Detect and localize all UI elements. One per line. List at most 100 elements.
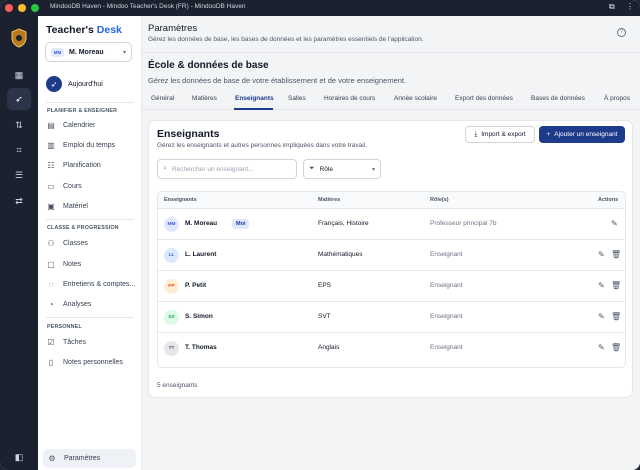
sidebar-item-classes[interactable]: ⚇ Classes — [46, 234, 136, 252]
panel-icon[interactable]: ◧ — [7, 446, 31, 468]
import-export-button[interactable]: ⤓ Import & export — [465, 126, 535, 143]
teacher-subjects: Français, Histoire — [318, 220, 369, 227]
main-content: Paramètres Gérez les données de base, le… — [142, 16, 640, 470]
column-header-name[interactable]: Enseignants — [164, 197, 197, 203]
course-icon: ▭ — [47, 181, 55, 191]
trash-icon[interactable]: 🗑 — [611, 312, 621, 321]
rocket-icon[interactable]: ➶ — [7, 88, 31, 110]
sidebar-item-material[interactable]: ▣ Matériel — [46, 197, 136, 215]
maximize-window-button[interactable] — [31, 4, 39, 12]
divider — [46, 317, 134, 318]
sidebar-item-label: Entretiens & comptes... — [63, 280, 136, 288]
window-title: MindooDB Haven - Mindoo Teacher's Desk (… — [50, 3, 246, 10]
edit-icon[interactable]: ✎ — [598, 281, 605, 290]
avatar: TT — [164, 341, 179, 356]
sidebar-item-schedule[interactable]: ▥ Emploi du temps — [46, 136, 136, 154]
avatar: SS — [164, 310, 179, 325]
teacher-role: Enseignant — [430, 282, 463, 289]
download-icon: ⤓ — [474, 130, 478, 138]
table-row[interactable]: TT T. Thomas Anglais Enseignant ✎ 🗑 — [158, 333, 625, 364]
sidebar-item-interviews[interactable]: ◌ Entretiens & comptes... — [46, 275, 136, 293]
edit-icon[interactable]: ✎ — [598, 312, 605, 321]
tab-teachers[interactable]: Enseignants — [235, 95, 274, 102]
teacher-role: Professeur principal 7b — [430, 220, 497, 227]
role-filter-select[interactable]: ⏷ Rôle ▾ — [303, 159, 381, 179]
scan-icon[interactable]: ⌗ — [7, 139, 31, 161]
tab-databases[interactable]: Bases de données — [531, 95, 585, 102]
add-teacher-button[interactable]: + Ajouter un enseignant — [539, 126, 625, 143]
edit-icon[interactable]: ✎ — [611, 219, 618, 228]
sidebar-item-label: Matériel — [63, 202, 88, 210]
tab-about[interactable]: À propos — [604, 95, 630, 102]
divider — [142, 52, 640, 53]
help-icon[interactable]: ? — [617, 28, 626, 37]
sidebar-item-label: Emploi du temps — [63, 141, 116, 149]
table-row[interactable]: PP P. Petit EPS Enseignant ✎ 🗑 — [158, 271, 625, 302]
tab-subjects[interactable]: Matières — [192, 95, 217, 102]
icon-rail: ▦ ➶ ⇅ ⌗ ☰ ⇄ ◧ — [0, 16, 38, 470]
teacher-subjects: EPS — [318, 282, 332, 289]
table-row[interactable]: MM M. Moreau Moi Français, Histoire Prof… — [158, 209, 625, 240]
teacher-name: L. Laurent — [185, 251, 217, 258]
sidebar-item-planning[interactable]: ☷ Planification — [46, 156, 136, 174]
user-selector[interactable]: MM M. Moreau ▾ — [45, 42, 132, 62]
window-controls — [5, 4, 39, 12]
table-header: Enseignants Matières Rôle(s) Actions — [158, 192, 625, 209]
trash-icon[interactable]: 🗑 — [611, 281, 621, 290]
teacher-name: P. Petit — [185, 282, 207, 289]
search-icon: ⌕ — [163, 165, 167, 172]
sidebar-item-label: Planification — [63, 161, 101, 169]
sliders-icon[interactable]: ⇄ — [7, 190, 31, 212]
sidebar-item-label: Paramètres — [64, 455, 101, 462]
sidebar-item-analyses[interactable]: ◔ Analyses — [46, 295, 136, 313]
chevron-down-icon: ▾ — [371, 166, 375, 173]
tab-general[interactable]: Général — [151, 95, 174, 102]
edit-icon[interactable]: ✎ — [598, 250, 605, 259]
teacher-role: Enseignant — [430, 251, 463, 258]
column-header-subjects[interactable]: Matières — [318, 197, 340, 203]
dashboard-icon[interactable]: ▦ — [7, 64, 31, 86]
column-header-role[interactable]: Rôle(s) — [430, 197, 449, 203]
section-subtitle: Gérez les données de base de votre établ… — [148, 76, 407, 85]
app-logo-icon — [11, 28, 27, 48]
avatar: PP — [164, 279, 179, 294]
tasks-icon: ☑ — [47, 337, 55, 347]
close-window-button[interactable] — [5, 4, 13, 12]
puzzle-icon[interactable]: ⧉ — [609, 2, 615, 12]
teacher-name: T. Thomas — [185, 344, 217, 351]
more-icon[interactable]: ⋮ — [626, 2, 634, 11]
divider — [46, 102, 134, 103]
folder-icon: ▣ — [47, 201, 55, 211]
today-button[interactable]: ➶ Aujourd'hui — [46, 76, 103, 92]
avatar: LL — [164, 248, 179, 263]
search-input[interactable] — [171, 165, 290, 173]
tab-lesson-times[interactable]: Horaires de cours — [324, 95, 375, 102]
minimize-window-button[interactable] — [18, 4, 26, 12]
notes-icon: ▢ — [47, 259, 55, 269]
calendar-icon: ▤ — [47, 120, 55, 130]
section-personal-heading: PERSONNEL — [47, 324, 82, 330]
column-header-actions: Actions — [598, 197, 619, 203]
edit-icon[interactable]: ✎ — [598, 343, 605, 352]
sidebar-item-settings[interactable]: ⚙ Paramètres — [43, 449, 136, 468]
tab-rooms[interactable]: Salles — [288, 95, 306, 102]
sidebar-item-tasks[interactable]: ☑ Tâches — [46, 333, 136, 351]
sidebar-item-label: Notes — [63, 260, 82, 268]
trash-icon[interactable]: 🗑 — [611, 343, 621, 352]
tab-data-export[interactable]: Export des données — [455, 95, 513, 102]
teacher-subjects: SVT — [318, 313, 331, 320]
sidebar-item-notes[interactable]: ▢ Notes — [46, 255, 136, 273]
sidebar-item-personal-notes[interactable]: ▯ Notes personnelles — [46, 353, 136, 371]
avatar: MM — [51, 47, 64, 57]
transfer-icon[interactable]: ⇅ — [7, 114, 31, 136]
table-row[interactable]: SS S. Simon SVT Enseignant ✎ 🗑 — [158, 302, 625, 333]
sidebar-item-label: Classes — [63, 239, 88, 247]
trash-icon[interactable]: 🗑 — [611, 250, 621, 259]
database-icon[interactable]: ☰ — [7, 164, 31, 186]
tab-school-year[interactable]: Année scolaire — [394, 95, 437, 102]
sidebar-item-calendar[interactable]: ▤ Calendrier — [46, 116, 136, 134]
table-row[interactable]: LL L. Laurent Mathématiques Enseignant ✎… — [158, 240, 625, 271]
sidebar-item-course[interactable]: ▭ Cours — [46, 177, 136, 195]
search-field[interactable]: ⌕ — [157, 159, 297, 179]
settings-tabs: Général Matières Enseignants Salles Hora… — [142, 94, 640, 110]
